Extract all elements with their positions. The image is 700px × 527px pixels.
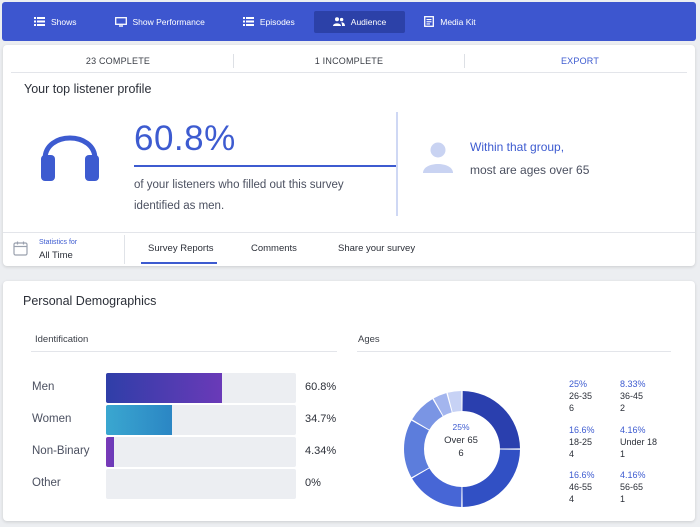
- legend-count: 4: [569, 494, 575, 504]
- bar-fill-women: [106, 405, 172, 435]
- ages-legend-item: 4.16% 56-65 1: [620, 469, 646, 505]
- legend-count: 2: [620, 403, 626, 413]
- bar-track-men: [106, 373, 296, 403]
- legend-group: Under 18: [620, 437, 658, 447]
- legend-percent: 4.16%: [620, 470, 646, 480]
- people-icon: [332, 17, 345, 26]
- legend-group: 56-65: [620, 482, 644, 492]
- group-heading: Within that group,: [470, 140, 565, 154]
- list-icon: [34, 17, 45, 26]
- active-tab-indicator: [141, 262, 217, 264]
- survey-stats-row: 23 COMPLETE 1 INCOMPLETE EXPORT: [3, 51, 695, 71]
- bar-label-other: Other: [32, 477, 61, 489]
- legend-group: 46-55: [569, 482, 593, 492]
- tab-survey-reports[interactable]: Survey Reports: [148, 243, 213, 254]
- nav-media-kit[interactable]: Media Kit: [405, 11, 494, 33]
- ages-legend-item: 16.6% 18-25 4: [569, 424, 595, 460]
- ages-heading: Ages: [358, 334, 380, 345]
- profile-title: Your top listener profile: [24, 82, 152, 96]
- legend-percent: 16.6%: [569, 470, 595, 480]
- report-footer: Statistics for All Time Survey Reports C…: [3, 233, 695, 266]
- legend-count: 1: [620, 449, 626, 459]
- bar-track-women: [106, 405, 296, 435]
- bar-value-women: 34.7%: [305, 413, 337, 425]
- stats-for-label: Statistics for: [39, 239, 78, 246]
- profile-description: of your listeners who filled out this su…: [134, 179, 344, 212]
- top-nav: Shows Show Performance Episodes Audience…: [2, 2, 696, 41]
- bar-label-women: Women: [32, 413, 72, 425]
- nav-episodes[interactable]: Episodes: [224, 11, 314, 33]
- divider: [124, 235, 125, 264]
- nav-episodes-label: Episodes: [259, 16, 295, 27]
- legend-percent: 16.6%: [569, 425, 595, 435]
- legend-count: 1: [620, 494, 626, 504]
- ages-legend-item: 4.16% Under 18 1: [620, 424, 657, 460]
- donut-center-group: Over 65: [444, 435, 478, 446]
- tab-comments[interactable]: Comments: [251, 243, 297, 254]
- nav-shows[interactable]: Shows: [15, 11, 96, 33]
- nav-audience-label: Audience: [350, 16, 387, 27]
- legend-count: 4: [569, 449, 575, 459]
- bar-value-men: 60.8%: [305, 381, 337, 393]
- nav-audience[interactable]: Audience: [313, 10, 406, 33]
- legend-percent: 8.33%: [620, 379, 646, 389]
- legend-percent: 25%: [569, 379, 588, 389]
- bar-value-other: 0%: [305, 477, 321, 489]
- list-icon: [242, 17, 254, 26]
- nav-show-performance[interactable]: Show Performance: [96, 11, 224, 33]
- divider: [357, 351, 671, 352]
- ages-legend-item: 8.33% 36-45 2: [620, 378, 646, 414]
- legend-group: 26-35: [569, 391, 593, 401]
- top-profile-percent: 60.8%: [134, 119, 236, 158]
- identification-heading: Identification: [35, 334, 89, 345]
- divider: [31, 351, 337, 352]
- period-select[interactable]: All Time: [39, 250, 73, 261]
- listener-profile-card: 23 COMPLETE 1 INCOMPLETE EXPORT Your top…: [3, 45, 695, 266]
- nav-show-performance-label: Show Performance: [132, 16, 205, 27]
- donut-center-percent: 25%: [452, 422, 470, 432]
- ages-legend-item: 16.6% 46-55 4: [569, 469, 595, 505]
- bar-label-non-binary: Non-Binary: [32, 445, 90, 457]
- monitor-icon: [114, 16, 127, 27]
- donut-center-count: 6: [458, 448, 464, 459]
- incomplete-count: 1 INCOMPLETE: [314, 56, 384, 66]
- group-detail: most are ages over 65: [470, 163, 590, 177]
- ages-legend-item: 25% 26-35 6: [569, 378, 592, 414]
- bar-fill-men: [106, 373, 222, 403]
- divider: [396, 112, 398, 216]
- person-icon: [423, 142, 453, 173]
- legend-group: 18-25: [569, 437, 593, 447]
- bar-track-non-binary: [106, 437, 296, 467]
- divider: [11, 72, 687, 73]
- percent-underline: [134, 165, 396, 167]
- document-icon: [424, 16, 435, 27]
- headphones-icon: [41, 135, 99, 181]
- legend-group: 36-45: [620, 391, 644, 401]
- nav-media-kit-label: Media Kit: [440, 16, 476, 27]
- donut-segment-46-55: [412, 468, 462, 507]
- bar-value-non-binary: 4.34%: [305, 445, 337, 457]
- export-link[interactable]: EXPORT: [465, 56, 695, 66]
- donut-segment-18-25: [404, 420, 429, 478]
- legend-percent: 4.16%: [620, 425, 646, 435]
- bar-fill-non-binary: [106, 437, 115, 467]
- demographics-title: Personal Demographics: [23, 294, 157, 308]
- legend-count: 6: [569, 403, 575, 413]
- tab-share-survey[interactable]: Share your survey: [338, 243, 415, 254]
- demographics-card: Personal Demographics Identification Age…: [3, 281, 695, 521]
- nav-shows-label: Shows: [51, 16, 77, 27]
- bar-track-other: [106, 469, 296, 499]
- bar-label-men: Men: [32, 381, 55, 393]
- complete-count: 23 COMPLETE: [85, 56, 151, 66]
- calendar-icon[interactable]: [13, 241, 28, 256]
